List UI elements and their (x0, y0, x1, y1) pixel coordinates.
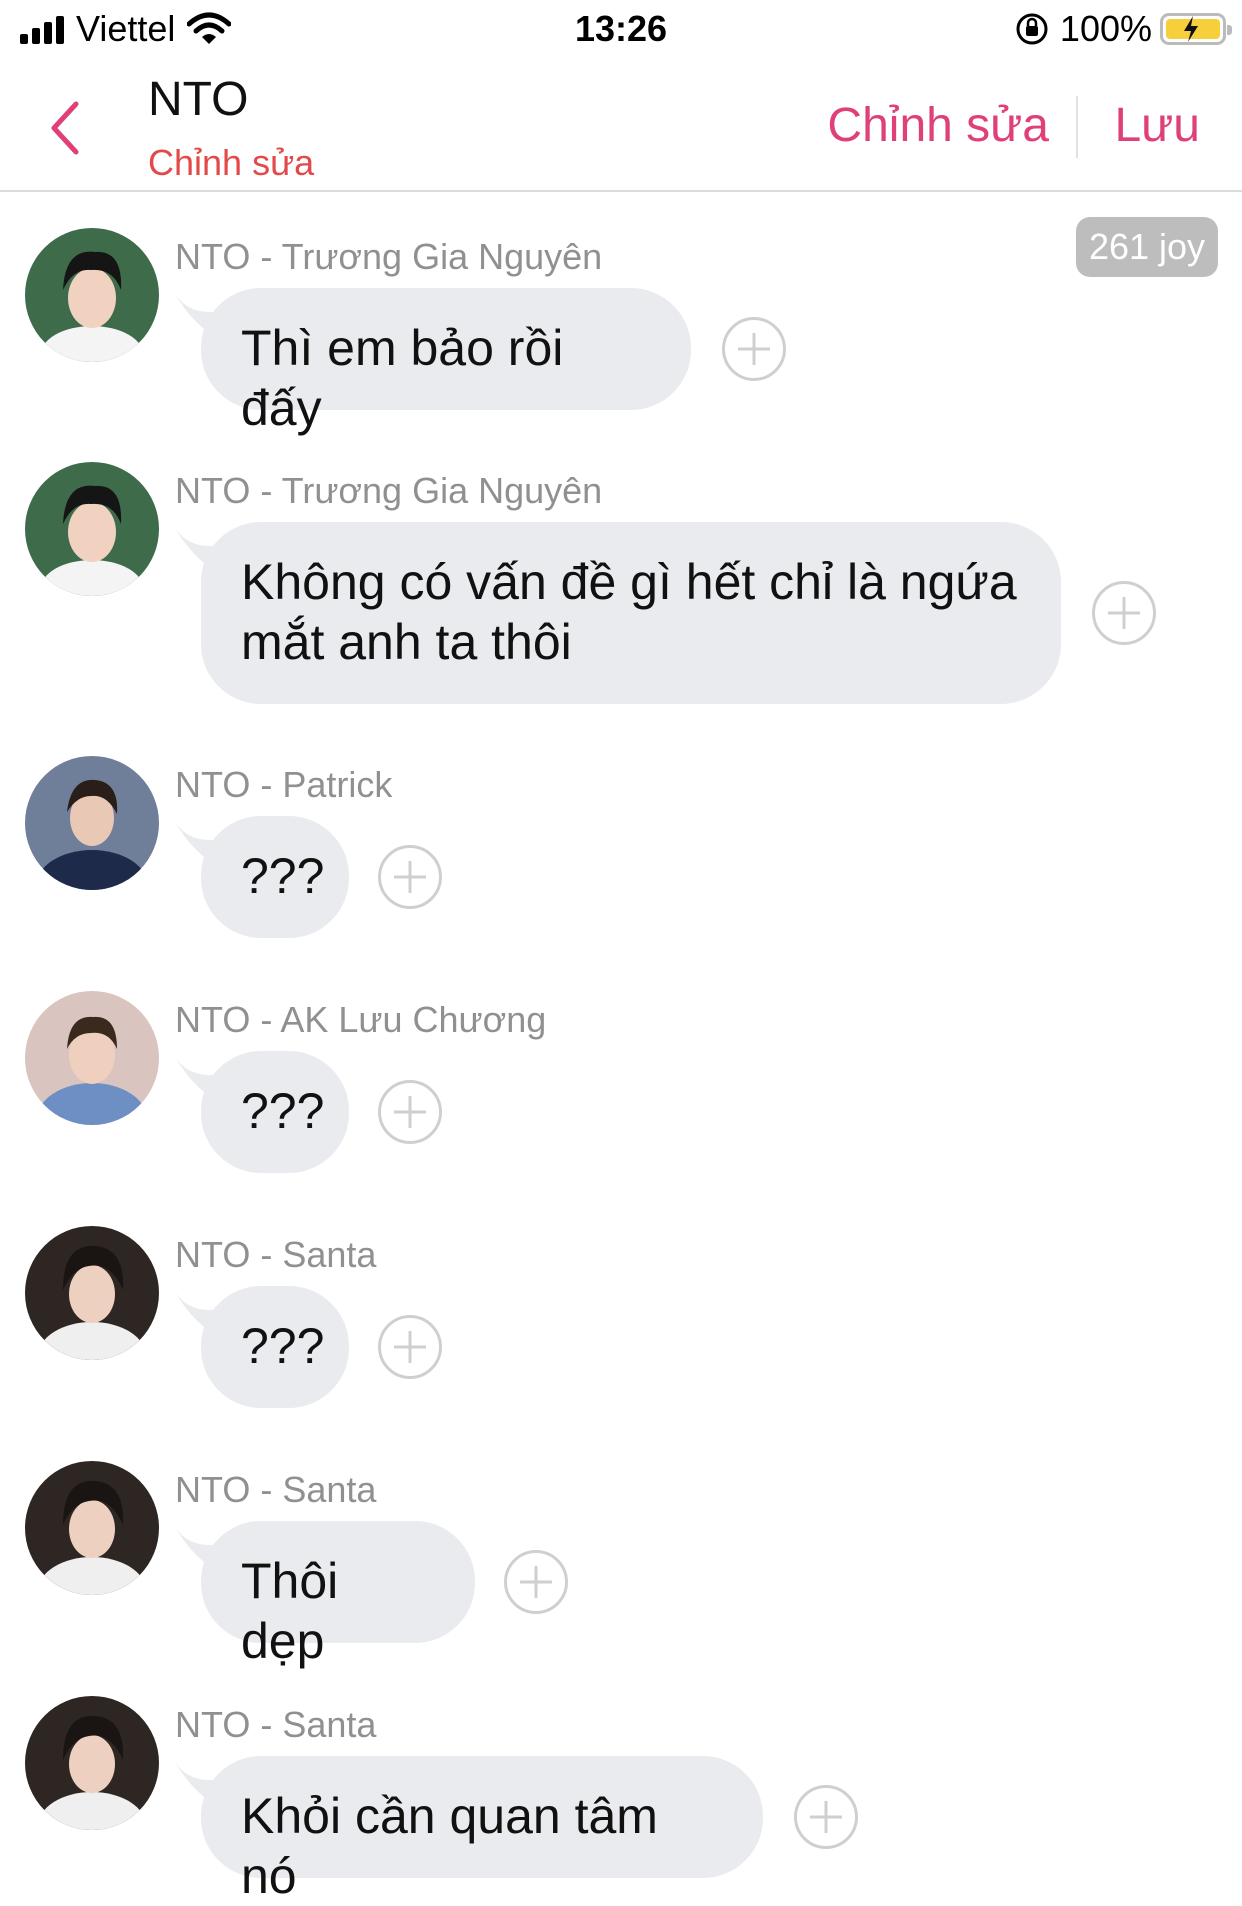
sender-name: NTO - Trương Gia Nguyên (175, 470, 603, 511)
message-bubble[interactable]: ??? (201, 1051, 349, 1173)
sender-name: NTO - Santa (175, 1234, 377, 1275)
add-reaction-button[interactable] (794, 1785, 858, 1849)
sender-name: NTO - Santa (175, 1469, 377, 1510)
save-button[interactable]: Lưu (1114, 98, 1200, 153)
avatar[interactable] (25, 1696, 159, 1830)
add-reaction-button[interactable] (378, 845, 442, 909)
message-bubble[interactable]: Không có vấn đề gì hết chỉ là ngứa mắt a… (201, 522, 1061, 704)
page-subtitle: Chỉnh sửa (148, 142, 315, 183)
battery-icon (1160, 13, 1232, 45)
add-reaction-button[interactable] (1092, 581, 1156, 645)
chat-message: NTO - Santa Thôi dẹp (0, 1461, 1242, 1669)
avatar[interactable] (25, 462, 159, 596)
chat-message: NTO - Santa ??? (0, 1226, 1242, 1416)
message-bubble[interactable]: Thì em bảo rồi đấy (201, 288, 691, 436)
back-chevron-icon[interactable] (46, 98, 86, 158)
chat-message: NTO - AK Lưu Chương ??? (0, 991, 1242, 1181)
page-title: NTO (148, 73, 249, 126)
edit-button[interactable]: Chỉnh sửa (827, 98, 1049, 153)
battery-percent: 100% (1059, 8, 1152, 49)
avatar[interactable] (25, 756, 159, 890)
sender-name: NTO - Patrick (175, 764, 393, 805)
message-bubble[interactable]: Thôi dẹp (201, 1521, 475, 1669)
rotation-lock-icon (1016, 13, 1048, 45)
avatar[interactable] (25, 1461, 159, 1595)
chat-message: NTO - Trương Gia Nguyên Thì em bảo rồi đ… (0, 228, 1242, 436)
status-bar: Viettel 13:26 100% (0, 0, 1242, 66)
chat-message: NTO - Patrick ??? (0, 756, 1242, 946)
chat-message: NTO - Santa Khỏi cần quan tâm nó (0, 1696, 1242, 1904)
add-reaction-button[interactable] (378, 1080, 442, 1144)
sender-name: NTO - AK Lưu Chương (175, 999, 547, 1040)
add-reaction-button[interactable] (722, 317, 786, 381)
chat-message: NTO - Trương Gia Nguyên Không có vấn đề … (0, 462, 1242, 712)
message-bubble[interactable]: ??? (201, 816, 349, 938)
avatar[interactable] (25, 228, 159, 362)
message-bubble[interactable]: ??? (201, 1286, 349, 1408)
avatar[interactable] (25, 1226, 159, 1360)
chat-header: NTO Chỉnh sửa Chỉnh sửa Lưu (0, 66, 1242, 192)
header-divider (1076, 96, 1078, 158)
message-bubble[interactable]: Khỏi cần quan tâm nó (201, 1756, 763, 1904)
avatar[interactable] (25, 991, 159, 1125)
add-reaction-button[interactable] (504, 1550, 568, 1614)
sender-name: NTO - Santa (175, 1704, 377, 1745)
add-reaction-button[interactable] (378, 1315, 442, 1379)
sender-name: NTO - Trương Gia Nguyên (175, 236, 603, 277)
